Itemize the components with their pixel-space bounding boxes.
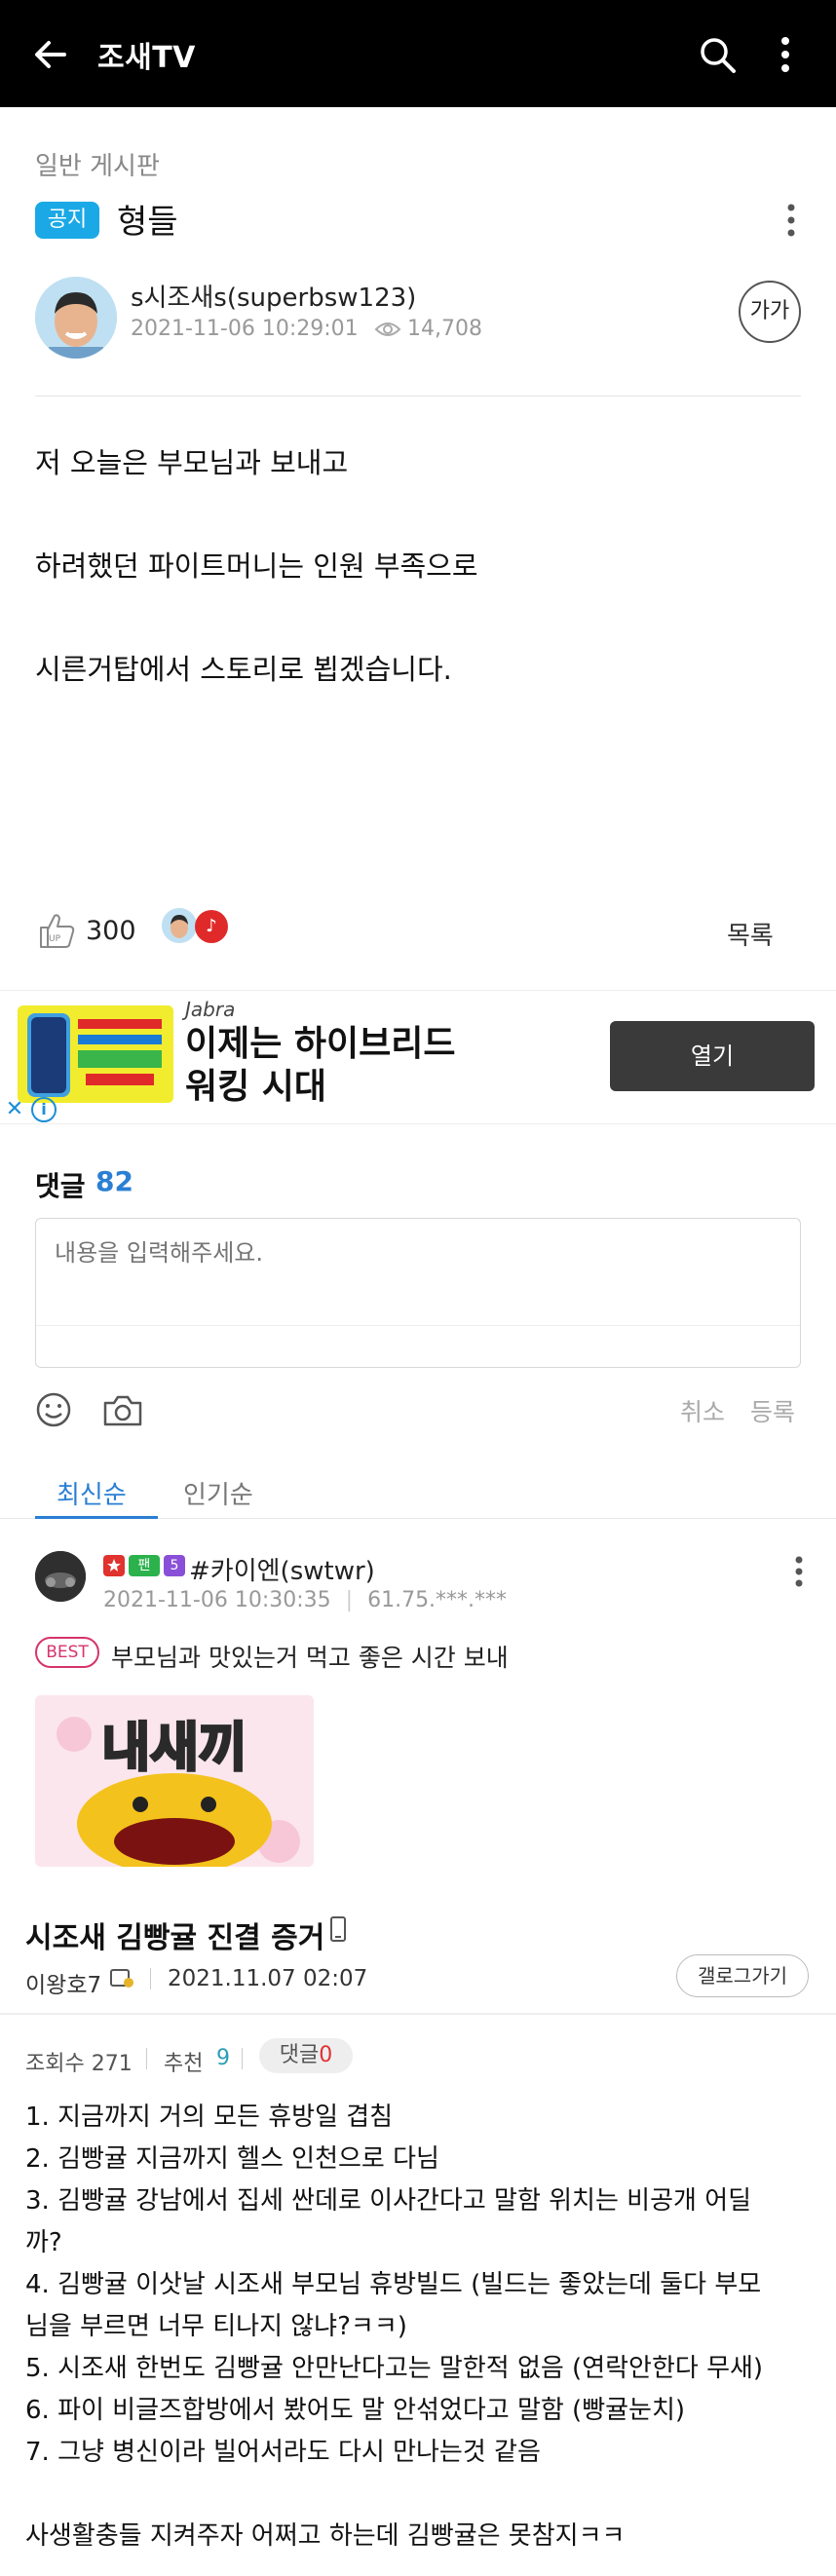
post2-line: 7. 그냥 병신이라 빌어서라도 다시 만나는것 같음 bbox=[25, 2438, 541, 2467]
app-title: 조새TV bbox=[97, 41, 196, 75]
comments-label: 댓글 bbox=[35, 1170, 86, 1202]
section-divider bbox=[0, 2013, 836, 2015]
post2-line: 사생활충들 지켜주자 어쩌고 하는데 김빵귤은 못참지ㅋㅋ bbox=[25, 2521, 626, 2551]
author-name[interactable]: s시조새s(superbsw123) bbox=[131, 278, 416, 314]
post2-line: 1. 지금까지 거의 모든 휴방일 겹침 bbox=[25, 2102, 394, 2132]
post2-comments-value: 0 bbox=[319, 2043, 333, 2067]
ad-open-button[interactable]: 열기 bbox=[610, 1021, 815, 1091]
active-tab-indicator bbox=[35, 1516, 158, 1519]
eye-icon bbox=[374, 322, 401, 336]
view-count: 14,708 bbox=[407, 317, 482, 341]
back-arrow-icon[interactable] bbox=[31, 35, 70, 74]
notice-badge: 공지 bbox=[35, 202, 99, 239]
sticker-text: 내새끼 bbox=[101, 1717, 247, 1778]
ad-headline: 이제는 하이브리드 워킹 시대 bbox=[185, 1023, 456, 1109]
post-body-line: 저 오늘은 부모님과 보내고 bbox=[35, 446, 349, 479]
fan-badge: 팬 bbox=[129, 1555, 160, 1576]
svg-text:UP: UP bbox=[49, 934, 61, 944]
author-avatar[interactable] bbox=[35, 277, 117, 359]
header-divider bbox=[35, 396, 801, 397]
thumbs-up-icon[interactable]: UP bbox=[35, 908, 78, 951]
post2-line: 2. 김빵귤 지금까지 헬스 인천으로 다님 bbox=[25, 2144, 439, 2174]
post2-line: 3. 김빵귤 강남에서 집세 싼데로 이사간다고 말함 위치는 비공개 어딜 bbox=[25, 2186, 752, 2216]
mobile-icon bbox=[330, 1916, 346, 1942]
commenter-avatar[interactable] bbox=[35, 1551, 86, 1602]
post2-comments-label: 댓글 bbox=[279, 2043, 320, 2067]
post-more-icon[interactable] bbox=[785, 203, 797, 238]
ad-brand: Jabra bbox=[185, 998, 236, 1021]
tab-latest[interactable]: 최신순 bbox=[57, 1475, 127, 1511]
stat-separator bbox=[146, 2048, 147, 2069]
commenter-name[interactable]: #카이엔(swtwr) bbox=[189, 1551, 375, 1587]
gallog-button[interactable]: 갤로그가기 bbox=[676, 1954, 809, 1997]
cancel-button[interactable]: 취소 bbox=[680, 1393, 725, 1428]
post-date: 2021-11-06 10:29:01 bbox=[131, 317, 359, 341]
comment-box-divider bbox=[36, 1325, 800, 1326]
search-icon[interactable] bbox=[698, 35, 737, 74]
comment-text: 부모님과 맛있는거 먹고 좋은 시간 보내 bbox=[111, 1644, 509, 1672]
meta-separator: | bbox=[345, 1588, 354, 1612]
post2-line: 까? bbox=[25, 2228, 62, 2257]
comment-more-icon[interactable] bbox=[793, 1555, 805, 1588]
font-size-button[interactable]: 가가 bbox=[739, 281, 801, 343]
like-count: 300 bbox=[86, 916, 136, 946]
board-label[interactable]: 일반 게시판 bbox=[35, 146, 160, 182]
ad-headline-line: 워킹 시대 bbox=[185, 1067, 327, 1107]
post2-date: 2021.11.07 02:07 bbox=[168, 1966, 368, 1991]
meta-separator bbox=[150, 1968, 151, 1989]
comment-sticker: 내새끼 bbox=[35, 1695, 314, 1867]
post2-line: 4. 김빵귤 이삿날 시조새 부모님 휴방빌드 (빌드는 좋았는데 둘다 부모 bbox=[25, 2270, 762, 2299]
comment-date: 2021-11-06 10:30:35 bbox=[103, 1588, 331, 1612]
ad-headline-line: 이제는 하이브리드 bbox=[185, 1024, 456, 1064]
list-button[interactable]: 목록 bbox=[727, 916, 774, 952]
camera-icon[interactable] bbox=[101, 1393, 144, 1428]
post2-author[interactable]: 이왕호7 bbox=[25, 1966, 101, 1999]
comment-meta: 2021-11-06 10:30:35 | 61.75.***.*** bbox=[103, 1588, 507, 1612]
comments-count: 82 bbox=[95, 1165, 133, 1197]
post2-line: 님을 부르면 너무 티나지 않냐?ㅋㅋ) bbox=[25, 2312, 407, 2341]
ad-info-icon[interactable]: i bbox=[31, 1097, 57, 1122]
top-app-bar: 조새TV bbox=[0, 0, 836, 107]
best-badge: BEST bbox=[35, 1637, 99, 1668]
submit-button[interactable]: 등록 bbox=[750, 1393, 795, 1428]
ad-close-icon[interactable]: ✕ bbox=[0, 1095, 29, 1124]
post-title: 형들 bbox=[117, 203, 178, 242]
comment-ip: 61.75.***.*** bbox=[367, 1588, 508, 1612]
liker-avatar bbox=[162, 908, 197, 943]
post2-title: 시조새 김빵귤 진결 증거 bbox=[25, 1921, 325, 1955]
user-level-badge bbox=[103, 1555, 125, 1576]
post-body-line: 시른거탑에서 스토리로 뵙겠습니다. bbox=[35, 653, 452, 686]
post-body-line: 하려했던 파이트머니는 인원 부족으로 bbox=[35, 549, 478, 583]
post2-comments-pill[interactable]: 댓글0 bbox=[259, 2038, 353, 2073]
comment-input[interactable] bbox=[55, 1239, 776, 1267]
post2-line: 5. 시조새 한번도 김빵귤 안만난다고는 말한적 없음 (연락안한다 무새) bbox=[25, 2354, 764, 2383]
level-badge: 5 bbox=[164, 1555, 185, 1576]
post2-rec-value: 9 bbox=[216, 2046, 230, 2070]
post2-rec-label: 추천 bbox=[164, 2052, 204, 2076]
post2-views: 조회수 271 bbox=[25, 2052, 133, 2076]
liker-badge: ♪ bbox=[195, 910, 228, 943]
post2-line: 6. 파이 비글즈합방에서 봤어도 말 안섞었다고 말함 (빵귤눈치) bbox=[25, 2396, 686, 2425]
gallog-icon bbox=[110, 1969, 133, 1988]
tab-popular[interactable]: 인기순 bbox=[183, 1475, 253, 1511]
emoji-icon[interactable] bbox=[35, 1391, 72, 1428]
ad-thumbnail[interactable] bbox=[18, 1005, 173, 1103]
stat-separator bbox=[242, 2048, 243, 2069]
more-vertical-icon[interactable] bbox=[776, 35, 795, 74]
